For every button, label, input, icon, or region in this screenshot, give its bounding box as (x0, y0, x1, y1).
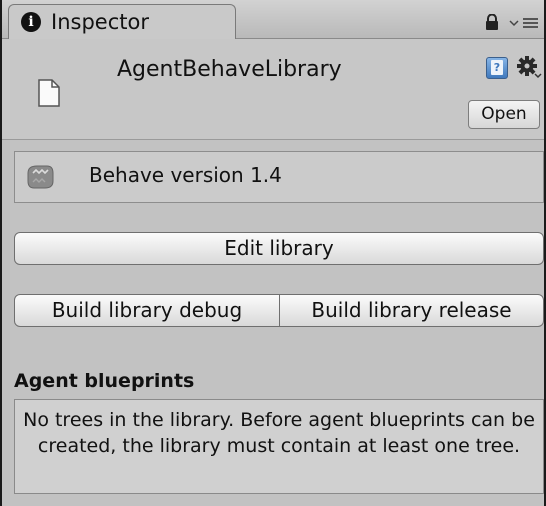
version-box: Behave version 1.4 (14, 151, 544, 203)
asset-title: AgentBehaveLibrary (117, 57, 342, 82)
edit-library-button[interactable]: Edit library (14, 232, 544, 265)
gear-icon[interactable] (516, 55, 542, 81)
agent-blueprints-heading: Agent blueprints (14, 370, 195, 392)
lock-icon[interactable] (485, 14, 499, 30)
tab-inspector[interactable]: i Inspector (8, 4, 236, 39)
blueprints-message-box: No trees in the library. Before agent bl… (14, 399, 544, 494)
build-library-release-button[interactable]: Build library release (279, 294, 544, 327)
inspector-header: AgentBehaveLibrary ? Open (2, 39, 544, 140)
document-icon (38, 79, 60, 107)
tab-menu-icon[interactable] (508, 15, 540, 31)
inspector-panel: i Inspector AgentBehaveLibrary ? Open Be… (0, 0, 546, 506)
tab-bar: i Inspector (2, 0, 544, 39)
build-library-debug-button[interactable]: Build library debug (14, 294, 280, 327)
tab-label: Inspector (51, 10, 149, 34)
blueprints-message: No trees in the library. Before agent bl… (23, 409, 535, 457)
info-icon: i (21, 12, 41, 32)
behave-logo-icon (27, 165, 54, 189)
help-book-icon[interactable]: ? (486, 57, 508, 79)
open-button[interactable]: Open (468, 100, 540, 129)
version-label: Behave version 1.4 (89, 163, 282, 187)
